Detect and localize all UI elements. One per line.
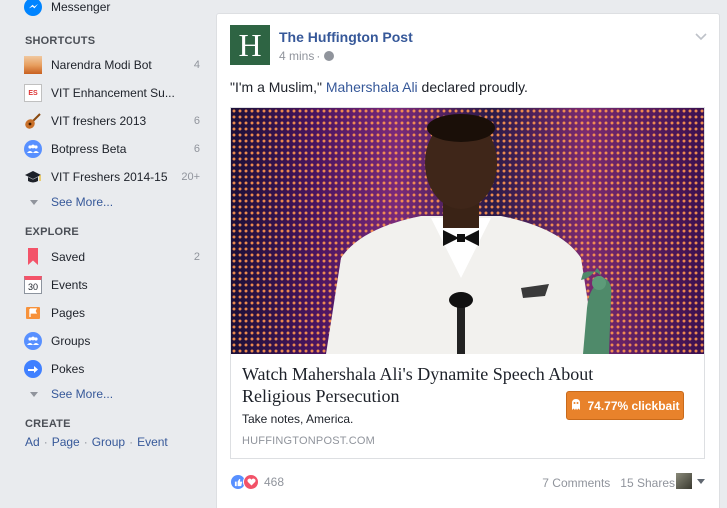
separator: · — [129, 435, 134, 449]
graduation-cap-icon — [24, 168, 42, 186]
post-time: 4 mins — [279, 49, 315, 63]
sidebar-item-groups[interactable]: Groups — [24, 330, 200, 352]
messenger-icon — [24, 0, 42, 16]
avatar-letter: H — [238, 27, 262, 63]
explore-see-more[interactable]: See More... — [30, 386, 113, 402]
link-preview-image — [231, 108, 704, 354]
post-card: H The Huffington Post 4 mins · "I'm a Mu… — [216, 13, 720, 508]
post-footer: 468 7 Comments 15 Shares — [230, 472, 705, 492]
es-logo-icon: ES — [24, 84, 42, 102]
chevron-down-icon — [697, 478, 705, 484]
post-timestamp[interactable]: 4 mins · — [279, 49, 335, 63]
clickbait-ghost-icon — [570, 398, 582, 414]
create-page-link[interactable]: Page — [52, 435, 80, 449]
bookmark-icon — [24, 248, 42, 266]
sidebar-item-events[interactable]: 30 Events — [24, 274, 200, 296]
sidebar-item-messenger[interactable]: Messenger — [24, 0, 200, 18]
mention-link[interactable]: Mahershala Ali — [326, 79, 418, 95]
sidebar-item-count: 2 — [193, 251, 200, 263]
sidebar-item-count: 4 — [193, 59, 200, 71]
sidebar-item-pokes[interactable]: Pokes — [24, 358, 200, 380]
create-links: Ad · Page · Group · Event — [25, 435, 168, 449]
sidebar-item-narendra-modi-bot[interactable]: Narendra Modi Bot 4 — [24, 54, 200, 76]
page-avatar[interactable]: H — [230, 25, 270, 65]
sidebar-item-label: Groups — [51, 334, 91, 348]
sidebar-item-label: VIT Enhancement Su... — [51, 86, 175, 100]
sidebar-item-saved[interactable]: Saved 2 — [24, 246, 200, 268]
post-stats: 7 Comments 15 Shares — [532, 476, 675, 490]
group-icon — [24, 140, 42, 158]
page-name-link[interactable]: The Huffington Post — [279, 29, 413, 45]
clickbait-label: 74.77% clickbait — [587, 398, 680, 413]
poke-icon — [24, 360, 42, 378]
sidebar-item-label: Pages — [51, 306, 86, 320]
sidebar-item-label: Messenger — [51, 0, 111, 14]
chevron-down-icon — [30, 391, 38, 397]
globe-icon — [324, 51, 335, 61]
post-as-selector[interactable] — [676, 473, 705, 489]
sidebar-item-label: Narendra Modi Bot — [51, 58, 152, 72]
reactions-summary[interactable]: 468 — [230, 474, 284, 490]
sidebar-item-label: Events — [51, 278, 88, 292]
flag-icon — [24, 304, 42, 322]
create-group-link[interactable]: Group — [92, 435, 125, 449]
link-preview[interactable]: Watch Mahershala Ali's Dynamite Speech A… — [230, 107, 705, 459]
shortcuts-see-more[interactable]: See More... — [30, 194, 113, 210]
link-domain: HUFFINGTONPOST.COM — [242, 435, 375, 447]
shares-count-link[interactable]: 15 Shares — [620, 476, 675, 490]
sidebar-item-label: VIT Freshers 2014-15 — [51, 170, 168, 184]
love-icon — [243, 474, 259, 490]
sidebar-item-count: 6 — [193, 115, 200, 127]
chevron-down-icon — [30, 199, 38, 205]
create-event-link[interactable]: Event — [137, 435, 168, 449]
sidebar-item-label: Botpress Beta — [51, 142, 127, 156]
left-sidebar: Messenger SHORTCUTS Narendra Modi Bot 4 … — [0, 0, 210, 508]
user-avatar — [676, 473, 692, 489]
sidebar-item-label: Pokes — [51, 362, 85, 376]
see-more-label: See More... — [51, 387, 114, 401]
calendar-icon: 30 — [24, 276, 42, 294]
sidebar-item-count: 6 — [193, 143, 200, 155]
sidebar-item-vit-freshers-2014[interactable]: VIT Freshers 2014-15 20+ — [24, 166, 200, 188]
sidebar-item-vit-enhancement[interactable]: ES VIT Enhancement Su... — [24, 82, 200, 104]
sidebar-item-vit-freshers-2013[interactable]: VIT freshers 2013 6 — [24, 110, 200, 132]
sidebar-item-count: 20+ — [181, 171, 200, 183]
post-text: "I'm a Muslim," Mahershala Ali declared … — [230, 79, 528, 95]
post-options-chevron-icon[interactable] — [695, 30, 707, 44]
separator: · — [83, 435, 88, 449]
shortcuts-heading: SHORTCUTS — [25, 35, 96, 47]
sidebar-item-botpress-beta[interactable]: Botpress Beta 6 — [24, 138, 200, 160]
separator: · — [43, 435, 48, 449]
create-ad-link[interactable]: Ad — [25, 435, 40, 449]
sidebar-item-label: Saved — [51, 250, 86, 264]
clickbait-badge[interactable]: 74.77% clickbait — [566, 391, 684, 420]
sidebar-item-label: VIT freshers 2013 — [51, 114, 147, 128]
see-more-label: See More... — [51, 195, 114, 209]
explore-heading: EXPLORE — [25, 226, 79, 238]
reactions-count: 468 — [264, 475, 285, 489]
link-description: Take notes, America. — [242, 412, 354, 426]
comments-count-link[interactable]: 7 Comments — [542, 476, 610, 490]
calendar-day: 30 — [24, 276, 42, 294]
modi-avatar-icon — [24, 56, 42, 74]
create-heading: CREATE — [25, 418, 71, 430]
groups-icon — [24, 332, 42, 350]
guitar-icon — [24, 112, 42, 130]
sidebar-item-pages[interactable]: Pages — [24, 302, 200, 324]
